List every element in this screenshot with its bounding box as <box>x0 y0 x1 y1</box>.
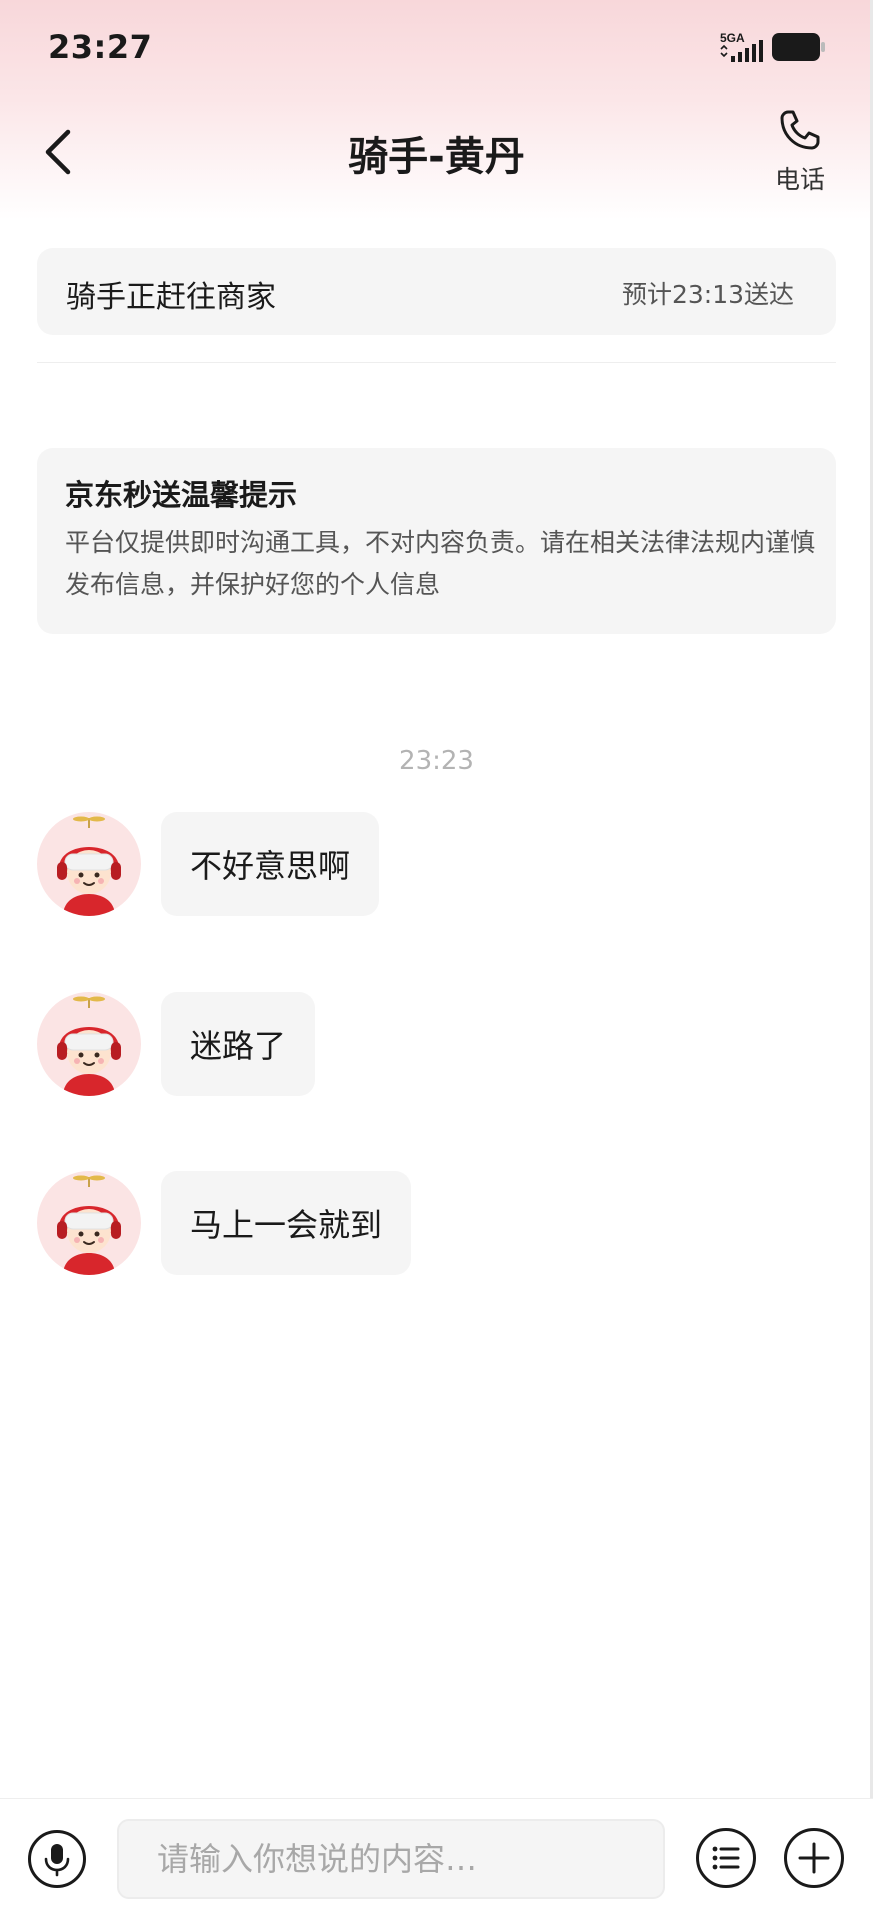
rider-avatar-icon[interactable] <box>37 992 141 1096</box>
rider-avatar-icon[interactable] <box>37 1171 141 1275</box>
message-bubble[interactable]: 马上一会就到 <box>161 1171 412 1275</box>
page-title: 骑手-黄丹 <box>348 134 525 180</box>
delivery-status-text: 骑手正赶往商家 <box>66 280 276 315</box>
chat-screen: 23:27 5GA 骑手-黄丹 电话 骑手正赶往商家 预计23:13送达 京东秒… <box>0 0 873 1920</box>
more-options-button[interactable] <box>784 1828 844 1888</box>
message-bubble[interactable]: 不好意思啊 <box>161 812 380 916</box>
nav-bar: 骑手-黄丹 电话 <box>0 96 873 208</box>
delivery-eta: 预计23:13送达 <box>621 280 794 309</box>
input-bar <box>0 1798 873 1920</box>
status-bar: 23:27 5GA <box>0 0 873 96</box>
notice-body: 平台仅提供即时沟通工具，不对内容负责。请在相关法律法规内谨慎发布信息，并保护好您… <box>65 528 816 599</box>
quick-reply-button[interactable] <box>696 1828 756 1888</box>
microphone-icon <box>44 1844 70 1877</box>
message-row: 马上一会就到 <box>37 1171 836 1275</box>
plus-icon <box>798 1842 830 1874</box>
message-row: 迷路了 <box>37 992 836 1096</box>
network-type-label: 5GA <box>720 31 745 45</box>
chat-timestamp: 23:23 <box>399 746 474 776</box>
battery-icon <box>772 33 825 61</box>
list-icon <box>712 1846 740 1870</box>
notice-title: 京东秒送温馨提示 <box>65 478 298 512</box>
message-input[interactable] <box>117 1819 665 1899</box>
message-bubble[interactable]: 迷路了 <box>161 992 316 1096</box>
phone-icon <box>780 110 820 150</box>
rider-avatar-icon[interactable] <box>37 812 141 916</box>
signal-icon: 5GA <box>720 31 763 62</box>
call-button-label: 电话 <box>774 165 825 194</box>
voice-input-button[interactable] <box>28 1830 86 1888</box>
safety-notice-card: 京东秒送温馨提示 平台仅提供即时沟通工具，不对内容负责。请在相关法律法规内谨慎发… <box>37 448 836 634</box>
status-time: 23:27 <box>48 28 153 66</box>
message-row: 不好意思啊 <box>37 812 836 916</box>
divider <box>37 362 836 363</box>
delivery-status-card[interactable]: 骑手正赶往商家 预计23:13送达 <box>37 248 836 335</box>
call-button[interactable]: 电话 <box>764 108 836 196</box>
